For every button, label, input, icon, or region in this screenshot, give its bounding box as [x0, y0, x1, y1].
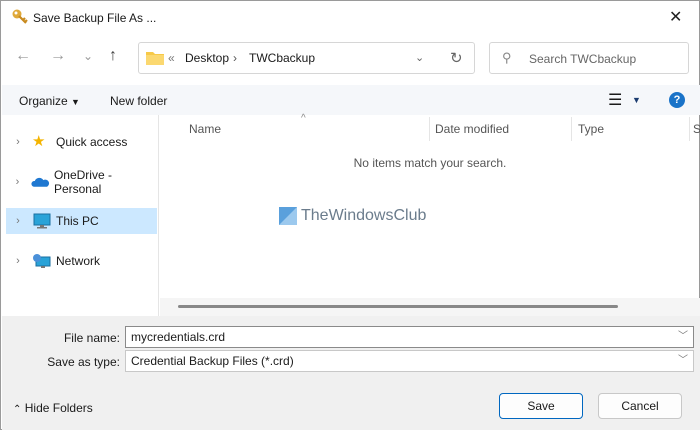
view-dropdown-icon[interactable]: ▼	[632, 95, 641, 105]
sidebar-item-this-pc[interactable]: › This PC	[6, 208, 157, 234]
crumb-desktop[interactable]: Desktop	[185, 51, 229, 65]
sidebar-item-onedrive[interactable]: › OneDrive - Personal	[6, 168, 157, 196]
save-button[interactable]: Save	[499, 393, 583, 419]
save-as-type-label: Save as type:	[47, 355, 120, 369]
address-dropdown-icon[interactable]: ⌄	[415, 51, 424, 64]
search-icon: ⚲	[502, 50, 512, 65]
save-dialog: Save Backup File As ... ✕ ← → ⌄ ↑ « Desk…	[0, 0, 700, 430]
close-button[interactable]: ✕	[669, 7, 682, 27]
new-folder-button[interactable]: New folder	[110, 94, 167, 108]
organize-button[interactable]: Organize ▼	[19, 94, 80, 108]
search-input[interactable]: ⚲ Search TWCbackup	[489, 42, 689, 74]
chevron-right-icon[interactable]: ›	[8, 215, 28, 227]
horizontal-scrollbar[interactable]	[160, 298, 700, 316]
hide-folders-label: Hide Folders	[24, 401, 93, 415]
organize-label: Organize	[19, 94, 68, 108]
recent-locations-button[interactable]: ⌄	[83, 49, 93, 63]
file-name-input[interactable]: mycredentials.crd ﹀	[125, 326, 694, 348]
network-icon	[33, 254, 51, 268]
column-header-type[interactable]: Type	[578, 117, 604, 141]
file-name-label: File name:	[63, 331, 120, 345]
cloud-icon	[31, 177, 50, 187]
hide-folders-button[interactable]: ⌃ Hide Folders	[13, 401, 93, 415]
search-placeholder: Search TWCbackup	[529, 52, 637, 66]
column-header-size[interactable]: S	[693, 117, 700, 141]
sidebar-item-quick-access[interactable]: › ★ Quick access	[6, 129, 157, 155]
key-icon	[12, 9, 28, 24]
chevron-down-icon[interactable]: ﹀	[678, 351, 688, 371]
folder-icon	[146, 52, 164, 65]
column-divider[interactable]	[429, 117, 430, 141]
toolbar: Organize ▼ New folder ☰ ▼ ?	[2, 85, 700, 115]
sidebar-item-label: This PC	[56, 214, 99, 228]
chevron-right-icon[interactable]: ›	[8, 136, 28, 148]
sidebar-item-network[interactable]: › Network	[6, 248, 157, 274]
navigation-pane: › ★ Quick access › OneDrive - Personal ›…	[2, 115, 159, 316]
crumb-separator: ›	[233, 51, 237, 65]
save-as-type-value: Credential Backup Files (*.crd)	[131, 354, 294, 368]
column-header-date-modified[interactable]: Date modified	[435, 117, 509, 141]
save-as-type-select[interactable]: Credential Backup Files (*.crd) ﹀	[125, 350, 694, 372]
refresh-icon[interactable]: ↻	[450, 49, 463, 67]
empty-message: No items match your search.	[353, 156, 507, 170]
watermark-logo-icon	[279, 207, 297, 225]
forward-button[interactable]: →	[50, 47, 66, 65]
back-button[interactable]: ←	[15, 47, 31, 65]
chevron-up-icon: ⌃	[13, 404, 22, 415]
overflow-crumb[interactable]: «	[168, 51, 175, 65]
chevron-down-icon[interactable]: ﹀	[678, 327, 688, 347]
column-header-name[interactable]: Name	[189, 117, 221, 141]
scrollbar-thumb[interactable]	[178, 305, 618, 308]
chevron-right-icon[interactable]: ›	[8, 255, 28, 267]
crumb-twcbackup[interactable]: TWCbackup	[249, 51, 315, 65]
column-divider[interactable]	[689, 117, 690, 141]
chevron-right-icon[interactable]: ›	[8, 176, 27, 188]
up-button[interactable]: ↑	[109, 47, 117, 65]
window-title: Save Backup File As ...	[33, 11, 157, 25]
file-name-value: mycredentials.crd	[131, 330, 226, 344]
address-bar[interactable]: « Desktop › TWCbackup ⌄ ↻	[138, 42, 475, 74]
sort-ascending-icon: ^	[301, 113, 306, 124]
sidebar-item-label: Network	[56, 254, 101, 268]
watermark: TheWindowsClub	[301, 207, 427, 224]
sidebar-item-label: OneDrive - Personal	[53, 168, 112, 196]
column-divider[interactable]	[571, 117, 572, 141]
sidebar-item-label: Quick access	[56, 135, 128, 149]
view-menu-icon[interactable]: ☰	[608, 90, 622, 110]
star-icon: ★	[32, 133, 46, 150]
computer-icon	[33, 213, 51, 229]
cancel-button[interactable]: Cancel	[598, 393, 682, 419]
help-icon[interactable]: ?	[669, 92, 685, 108]
